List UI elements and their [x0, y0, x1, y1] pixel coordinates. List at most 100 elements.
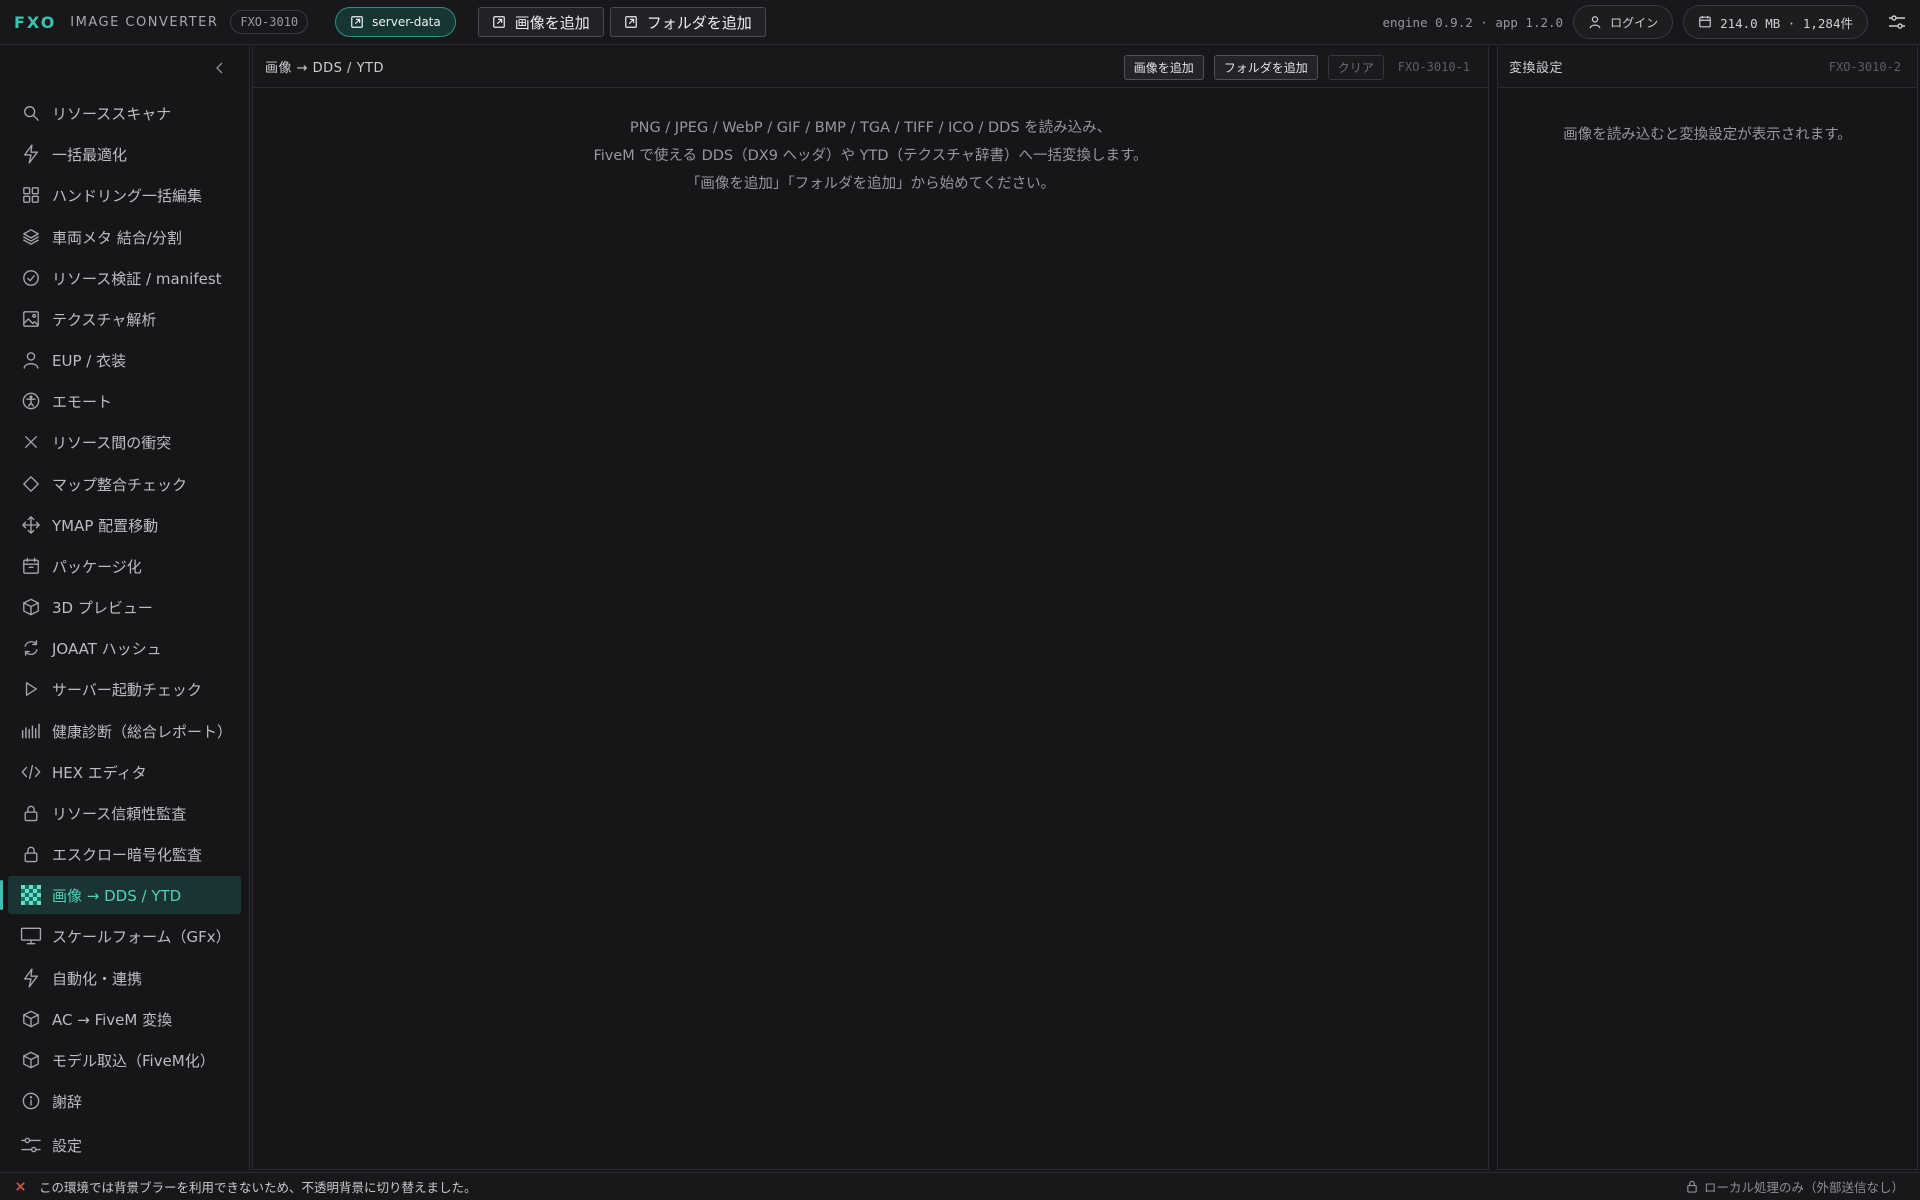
sidebar-item-label: 3D プレビュー — [52, 598, 153, 617]
empty-state-message: PNG / JPEG / WebP / GIF / BMP / TGA / TI… — [253, 114, 1488, 198]
image-icon — [20, 308, 42, 330]
sidebar-item-label: 設定 — [52, 1136, 83, 1155]
panel-code: FXO-3010-1 — [1397, 60, 1470, 74]
sidebar-item-label: エモート — [52, 392, 113, 411]
active-indicator — [0, 880, 3, 910]
package-icon — [20, 555, 42, 577]
chevron-left-icon — [216, 62, 223, 74]
status-message-text: この環境では背景ブラーを利用できないため、不透明背景に切り替えました。 — [39, 1180, 477, 1195]
storage-indicator[interactable]: 214.0 MB · 1,284件 — [1683, 5, 1868, 39]
sidebar-item-22[interactable]: AC → FiveM 変換 — [8, 1000, 241, 1038]
search-icon — [20, 102, 42, 124]
server-data-button[interactable]: server-data — [335, 7, 456, 37]
sidebar-item-label: エスクロー暗号化監査 — [52, 845, 203, 864]
grid-icon — [20, 184, 42, 206]
check-circle-icon — [20, 267, 42, 289]
status-bar: この環境では背景ブラーを利用できないため、不透明背景に切り替えました。 ローカル… — [0, 1172, 1920, 1200]
sidebar-item-12[interactable]: 3D プレビュー — [8, 588, 241, 626]
panel-add-folder-button[interactable]: フォルダを追加 — [1213, 54, 1318, 80]
sidebar-item-7[interactable]: エモート — [8, 382, 241, 420]
sidebar-item-label: リソーススキャナ — [52, 104, 172, 123]
sidebar-item-label: 自動化・連携 — [52, 969, 143, 988]
sidebar-item-label: 車両メタ 結合/分割 — [52, 228, 182, 247]
import-icon — [624, 16, 637, 28]
preferences-button[interactable] — [1886, 11, 1908, 33]
settings-panel-actions: FXO-3010-2 — [1825, 46, 1917, 88]
add-image-label: 画像を追加 — [514, 13, 590, 32]
sidebar-item-9[interactable]: マップ整合チェック — [8, 465, 241, 503]
sidebar-item-21[interactable]: 自動化・連携 — [8, 959, 241, 997]
sidebar-item-10[interactable]: YMAP 配置移動 — [8, 506, 241, 544]
error-x-icon — [16, 1182, 25, 1191]
panel-title: 画像 → DDS / YTD — [265, 61, 384, 76]
sidebar-item-label: サーバー起動チェック — [52, 680, 202, 699]
sidebar-item-17[interactable]: リソース信頼性監査 — [8, 794, 241, 832]
sidebar-item-19[interactable]: 画像 → DDS / YTD — [8, 876, 241, 914]
sidebar-item-24[interactable]: 謝辞 — [8, 1082, 241, 1120]
converter-panel: 画像 → DDS / YTD 画像を追加 フォルダを追加 クリア FXO-301… — [252, 46, 1489, 1170]
bars-icon — [20, 720, 42, 742]
diamond-icon — [20, 473, 42, 495]
monitor-icon — [20, 925, 42, 947]
sidebar-item-23[interactable]: モデル取込（FiveM化） — [8, 1041, 241, 1079]
sidebar-item-0[interactable]: リソーススキャナ — [8, 94, 241, 132]
sidebar-item-label: JOAAT ハッシュ — [52, 639, 162, 658]
storage-text: 214.0 MB · 1,284件 — [1720, 15, 1853, 31]
sliders-icon — [20, 1134, 42, 1156]
topbar-right: engine 0.9.2 · app 1.2.0 ログイン 214.0 MB ·… — [1382, 5, 1908, 39]
login-button[interactable]: ログイン — [1573, 5, 1674, 39]
sidebar-item-label: スケールフォーム（GFx） — [52, 927, 231, 946]
x-icon — [20, 431, 42, 453]
sidebar-item-2[interactable]: ハンドリング一括編集 — [8, 176, 241, 214]
sidebar-item-label: ハンドリング一括編集 — [52, 186, 203, 205]
import-icon — [492, 16, 505, 28]
sidebar-item-label: パッケージ化 — [52, 557, 142, 576]
local-processing-indicator: ローカル処理のみ（外部送信なし） — [1686, 1177, 1904, 1196]
lock-icon — [20, 843, 42, 865]
accessibility-icon — [20, 390, 42, 412]
sliders-icon — [1889, 15, 1905, 29]
sidebar-item-18[interactable]: エスクロー暗号化監査 — [8, 835, 241, 873]
layers-icon — [20, 226, 42, 248]
app-name: IMAGE CONVERTER — [70, 14, 219, 30]
conversion-settings-panel: 変換設定 FXO-3010-2 画像を読み込むと変換設定が表示されます。 — [1497, 46, 1918, 1170]
sidebar-item-8[interactable]: リソース間の衝突 — [8, 423, 241, 461]
sidebar-item-label: HEX エディタ — [52, 763, 147, 782]
folder-open-icon — [351, 16, 364, 28]
empty-line-2: FiveM で使える DDS（DX9 ヘッダ）や YTD（テクスチャ辞書）へ一括… — [593, 148, 1148, 164]
code-icon — [20, 761, 42, 783]
sidebar-item-label: リソース間の衝突 — [52, 433, 172, 452]
storage-icon — [1699, 15, 1711, 28]
panel-add-image-button[interactable]: 画像を追加 — [1123, 54, 1204, 80]
status-message: この環境では背景ブラーを利用できないため、不透明背景に切り替えました。 — [15, 1177, 477, 1196]
add-image-button[interactable]: 画像を追加 — [477, 7, 604, 37]
collapse-sidebar-button[interactable] — [212, 60, 228, 76]
move-icon — [20, 514, 42, 536]
lock-icon — [20, 802, 42, 824]
sidebar-item-label: テクスチャ解析 — [52, 310, 157, 329]
sidebar-item-14[interactable]: サーバー起動チェック — [8, 670, 241, 708]
clear-button[interactable]: クリア — [1327, 54, 1384, 80]
panel-actions: 画像を追加 フォルダを追加 クリア FXO-3010-1 — [1123, 46, 1488, 88]
sidebar-item-4[interactable]: リソース検証 / manifest — [8, 259, 241, 297]
settings-panel-header: 変換設定 FXO-3010-2 — [1498, 46, 1917, 88]
sidebar-item-6[interactable]: EUP / 衣装 — [8, 341, 241, 379]
sidebar-item-11[interactable]: パッケージ化 — [8, 547, 241, 585]
sidebar-item-label: モデル取込（FiveM化） — [52, 1051, 215, 1070]
sidebar-item-label: 謝辞 — [52, 1092, 83, 1111]
sidebar-item-15[interactable]: 健康診断（総合レポート） — [8, 712, 241, 750]
sidebar-item-5[interactable]: テクスチャ解析 — [8, 300, 241, 338]
sidebar-item-3[interactable]: 車両メタ 結合/分割 — [8, 218, 241, 256]
settings-panel-title: 変換設定 — [1509, 61, 1564, 76]
sidebar-item-25[interactable]: 設定 — [8, 1126, 241, 1164]
sidebar-item-16[interactable]: HEX エディタ — [8, 753, 241, 791]
sidebar-item-13[interactable]: JOAAT ハッシュ — [8, 629, 241, 667]
sidebar-item-label: 画像 → DDS / YTD — [52, 886, 182, 905]
sidebar-item-20[interactable]: スケールフォーム（GFx） — [8, 917, 241, 955]
empty-line-3: 「画像を追加」「フォルダを追加」から始めてください。 — [685, 176, 1056, 192]
sidebar-item-1[interactable]: 一括最適化 — [8, 135, 241, 173]
add-folder-button[interactable]: フォルダを追加 — [609, 7, 766, 37]
checker-icon — [20, 884, 42, 906]
sidebar-item-label: 一括最適化 — [52, 145, 128, 164]
converter-panel-header: 画像 → DDS / YTD 画像を追加 フォルダを追加 クリア FXO-301… — [253, 46, 1488, 88]
